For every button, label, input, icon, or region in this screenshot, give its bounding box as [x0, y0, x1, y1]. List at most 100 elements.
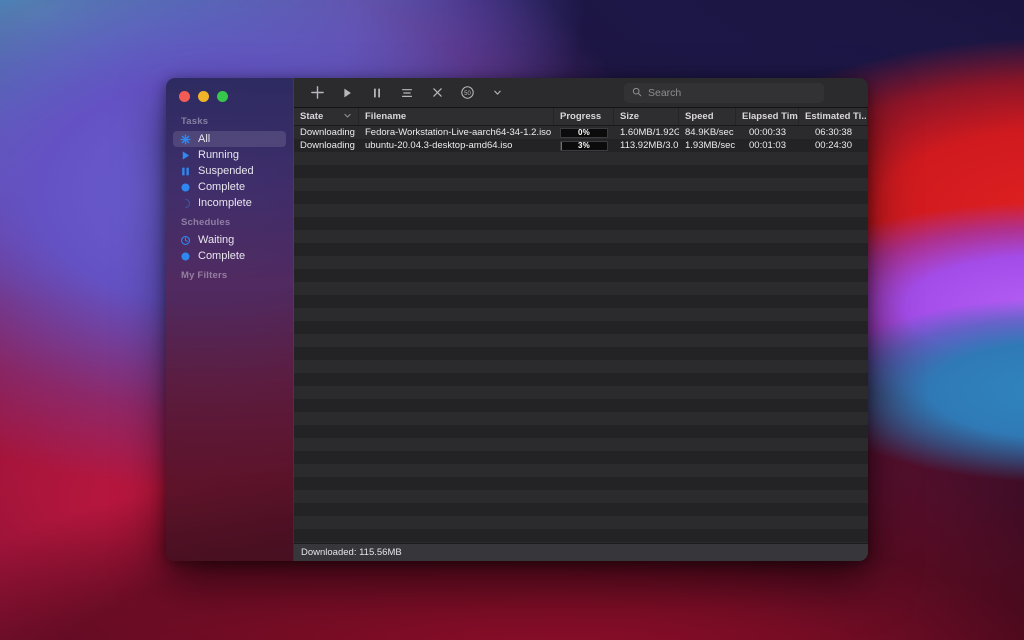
status-bar: Downloaded: 115.56MB: [294, 543, 868, 561]
table-row-empty[interactable]: [294, 477, 868, 490]
table-row-empty[interactable]: [294, 373, 868, 386]
table-row-empty[interactable]: [294, 360, 868, 373]
sidebar-item-waiting[interactable]: Waiting: [173, 232, 286, 248]
play-icon: [340, 86, 354, 100]
sidebar-section-list: Tasks All Running Suspended Complete Inc…: [166, 104, 293, 285]
table-row-empty[interactable]: [294, 321, 868, 334]
minimize-window-button[interactable]: [198, 91, 209, 102]
table-row-empty[interactable]: [294, 256, 868, 269]
sidebar-item-label: Complete: [198, 249, 246, 262]
cell-filename: ubuntu-20.04.3-desktop-amd64.iso: [365, 140, 513, 151]
table-row-empty[interactable]: [294, 386, 868, 399]
table-row-empty[interactable]: [294, 178, 868, 191]
sidebar-item-complete[interactable]: Complete: [173, 179, 286, 195]
chevron-down-icon: [492, 87, 503, 98]
pause-button[interactable]: [364, 82, 390, 104]
plus-icon: [310, 85, 325, 100]
more-options-button[interactable]: [484, 82, 510, 104]
search-icon: [632, 84, 642, 102]
table-row-empty[interactable]: [294, 217, 868, 230]
sidebar-item-label: Incomplete: [198, 196, 252, 209]
table-row-empty[interactable]: [294, 451, 868, 464]
table-row-empty[interactable]: [294, 529, 868, 542]
column-header-state[interactable]: State: [294, 108, 359, 125]
sidebar-item-label: Complete: [198, 180, 246, 193]
play-icon: [180, 150, 191, 161]
table-row-empty[interactable]: [294, 282, 868, 295]
table-row-empty[interactable]: [294, 438, 868, 451]
search-field[interactable]: Search: [624, 83, 824, 103]
sidebar-item-running[interactable]: Running: [173, 147, 286, 163]
progress-bar: 0%: [560, 127, 608, 138]
progress-bar: 3%: [560, 140, 608, 151]
clock-icon: [180, 235, 191, 246]
progress-percent-label: 3%: [578, 141, 590, 150]
circle-icon: [180, 182, 191, 193]
column-header-label: Size: [620, 111, 640, 122]
queue-button[interactable]: [394, 82, 420, 104]
table-row-empty[interactable]: [294, 464, 868, 477]
cell-state: Downloading: [300, 140, 355, 151]
download-manager-window: Tasks All Running Suspended Complete Inc…: [166, 78, 868, 561]
column-header-elapsed-time[interactable]: Elapsed Time: [736, 108, 799, 125]
pause-icon: [180, 166, 191, 177]
pause-icon: [370, 86, 384, 100]
speed-limit-button[interactable]: 50: [454, 82, 480, 104]
cell-speed: 1.93MB/sec: [685, 140, 736, 151]
column-header-speed[interactable]: Speed: [679, 108, 736, 125]
asterisk-icon: [180, 133, 191, 145]
table-row-empty[interactable]: [294, 165, 868, 178]
desktop: Tasks All Running Suspended Complete Inc…: [0, 0, 1024, 640]
table-row-empty[interactable]: [294, 334, 868, 347]
column-header-label: Progress: [560, 111, 602, 122]
speed-limit-icon: 50: [460, 85, 475, 100]
column-header-estimated-ti[interactable]: Estimated Ti...: [799, 108, 868, 125]
toolbar: 50 Search: [294, 78, 868, 108]
table-row-empty[interactable]: [294, 243, 868, 256]
table-row-empty[interactable]: [294, 503, 868, 516]
cell-elapsed-time: 00:00:33: [749, 127, 786, 138]
table-row-empty[interactable]: [294, 412, 868, 425]
sidebar-item-suspended[interactable]: Suspended: [173, 163, 286, 179]
stop-button[interactable]: [424, 82, 450, 104]
table-row-empty[interactable]: [294, 490, 868, 503]
svg-text:50: 50: [464, 91, 471, 97]
table-header-row: State Filename Progress Size Speed Elapsed T…: [294, 108, 868, 126]
main-pane: 50 Search State Filename Progress Size Spee…: [294, 78, 868, 561]
task-table-body[interactable]: Downloading Fedora-Workstation-Live-aarch…: [294, 126, 868, 543]
close-window-button[interactable]: [179, 91, 190, 102]
table-row-empty[interactable]: [294, 230, 868, 243]
table-row[interactable]: Downloading ubuntu-20.04.3-desktop-amd64.…: [294, 139, 868, 152]
downloaded-total-label: Downloaded: 115.56MB: [301, 547, 402, 558]
table-row-empty[interactable]: [294, 399, 868, 412]
cell-estimated-time: 06:30:38: [815, 127, 852, 138]
column-header-filename[interactable]: Filename: [359, 108, 554, 125]
table-row-empty[interactable]: [294, 152, 868, 165]
column-header-progress[interactable]: Progress: [554, 108, 614, 125]
sort-chevron-down-icon: [343, 111, 352, 123]
half-moon-icon: [180, 198, 191, 209]
sidebar-section-title: My Filters: [181, 270, 228, 281]
cell-progress: 3%: [554, 140, 614, 151]
table-row-empty[interactable]: [294, 308, 868, 321]
table-row-empty[interactable]: [294, 425, 868, 438]
table-row-empty[interactable]: [294, 347, 868, 360]
table-row-empty[interactable]: [294, 269, 868, 282]
table-row-empty[interactable]: [294, 295, 868, 308]
sidebar-item-all[interactable]: All: [173, 131, 286, 147]
sidebar-item-incomplete[interactable]: Incomplete: [173, 195, 286, 211]
start-button[interactable]: [334, 82, 360, 104]
table-row[interactable]: Downloading Fedora-Workstation-Live-aarch…: [294, 126, 868, 139]
table-row-empty[interactable]: [294, 191, 868, 204]
column-header-size[interactable]: Size: [614, 108, 679, 125]
zoom-window-button[interactable]: [217, 91, 228, 102]
cell-filename: Fedora-Workstation-Live-aarch64-34-1.2.i…: [365, 127, 552, 138]
table-rows: Downloading Fedora-Workstation-Live-aarch…: [294, 126, 868, 543]
progress-percent-label: 0%: [578, 128, 590, 137]
table-row-empty[interactable]: [294, 204, 868, 217]
table-row-empty[interactable]: [294, 516, 868, 529]
add-task-button[interactable]: [304, 82, 330, 104]
toolbar-button-group: 50: [304, 82, 514, 104]
list-icon: [400, 86, 414, 100]
sidebar-item-complete[interactable]: Complete: [173, 248, 286, 264]
